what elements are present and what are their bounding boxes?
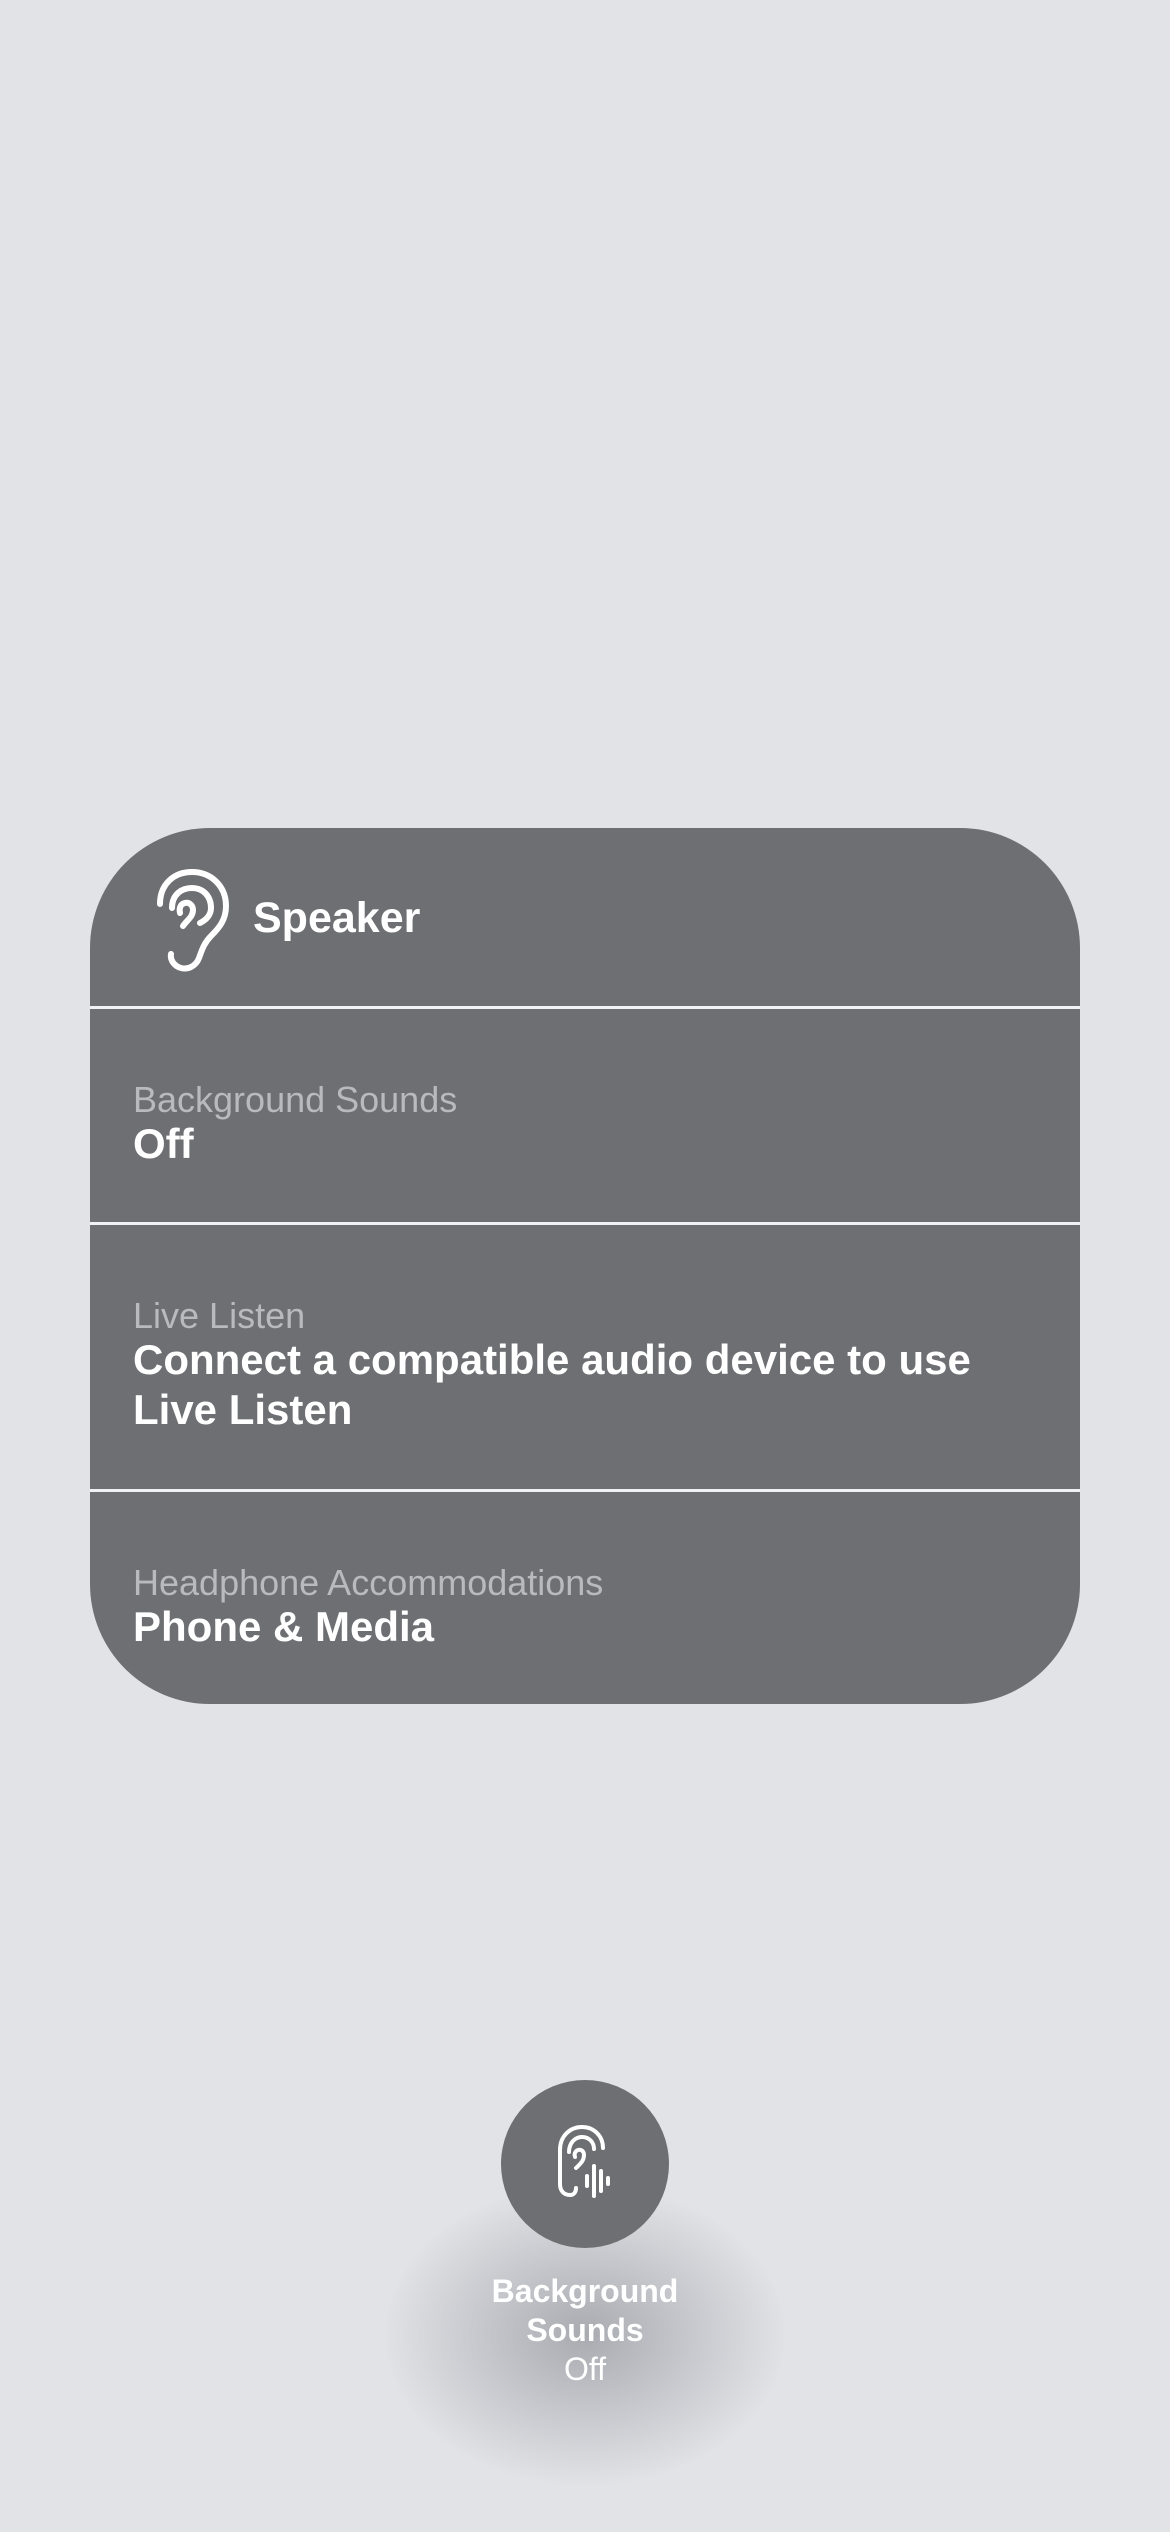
row-headphone-accommodations[interactable]: Headphone Accommodations Phone & Media (90, 1492, 1080, 1704)
caption-title: Background Sounds (491, 2273, 679, 2348)
row-label: Headphone Accommodations (133, 1562, 604, 1603)
ear-with-sound-waves-icon (558, 2125, 610, 2198)
hearing-panel: Speaker Background Sounds Off Live Liste… (90, 828, 1080, 1704)
background-sounds-caption: Background Sounds Off (385, 2272, 785, 2389)
row-label: Live Listen (133, 1295, 306, 1336)
row-value: Connect a compatible audio device to use… (133, 1336, 971, 1433)
row-live-listen[interactable]: Live Listen Connect a compatible audio d… (90, 1225, 1080, 1489)
row-label: Background Sounds (133, 1079, 458, 1120)
row-value: Phone & Media (133, 1603, 435, 1650)
ear-icon (150, 868, 234, 972)
caption-status: Off (563, 2351, 607, 2387)
panel-title: Speaker (253, 894, 421, 942)
row-value: Off (133, 1120, 194, 1167)
panel-header: Speaker (90, 828, 1080, 1006)
row-background-sounds[interactable]: Background Sounds Off (90, 1009, 1080, 1222)
background-sounds-button[interactable] (501, 2080, 669, 2248)
